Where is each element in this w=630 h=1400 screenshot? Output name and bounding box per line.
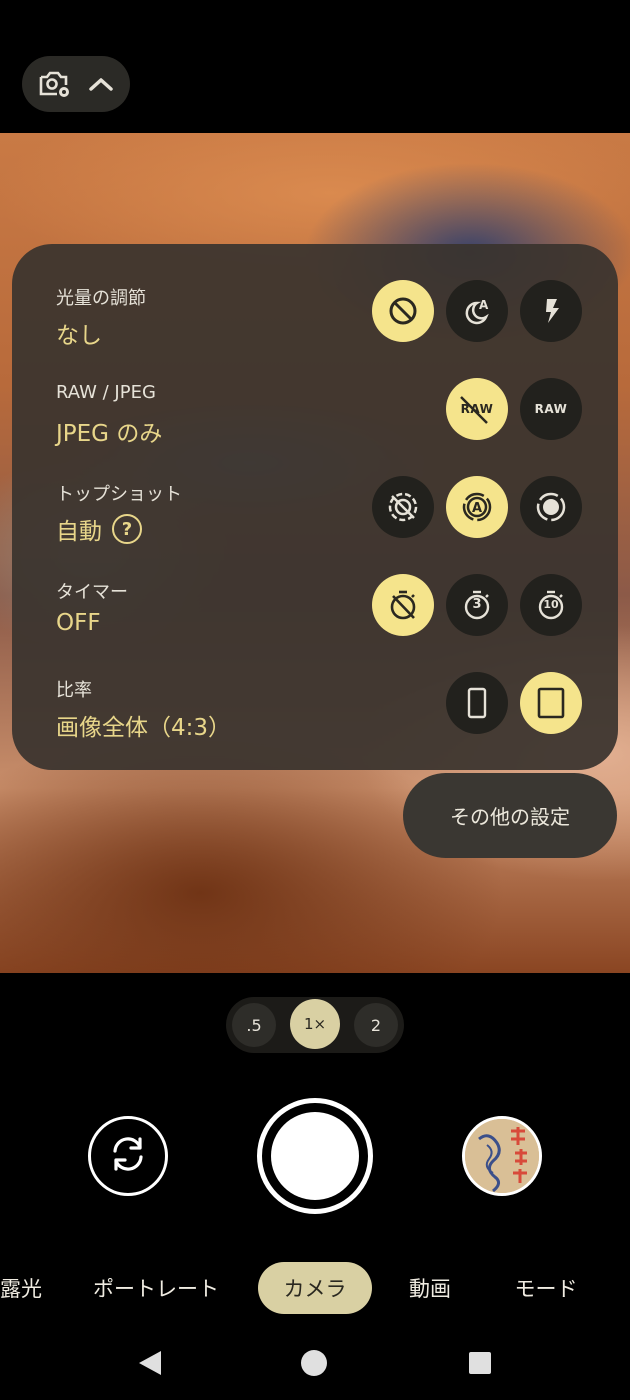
svg-text:A: A [472, 501, 482, 516]
nav-back-button[interactable] [136, 1348, 164, 1382]
night-auto-icon: A [461, 295, 493, 327]
help-icon[interactable]: ? [112, 514, 142, 544]
setting-value: JPEG のみ [56, 421, 163, 447]
flash-button[interactable] [520, 280, 582, 342]
shutter-inner [271, 1112, 359, 1200]
jpeg-only-button[interactable]: RAW [446, 378, 508, 440]
raw-icon: RAW [534, 402, 568, 416]
setting-label: 比率 [56, 680, 92, 701]
mode-portrait[interactable]: ポートレート [86, 1262, 226, 1314]
ratio-full-icon [460, 686, 494, 720]
last-photo-thumbnail[interactable] [462, 1116, 542, 1196]
raw-jpeg-button[interactable]: RAW [520, 378, 582, 440]
zoom-selector: .5 1× 2 [226, 997, 404, 1053]
recents-icon [468, 1352, 492, 1379]
setting-label: タイマー [56, 582, 128, 603]
nav-recents-button[interactable] [468, 1351, 492, 1379]
mode-video[interactable]: 動画 [400, 1262, 460, 1314]
timer-off-icon [386, 588, 420, 622]
quick-settings-panel: 光量の調節 なし A RAW / JPEG JPEG のみ RAW RAW トッ… [12, 244, 618, 770]
svg-text:A: A [479, 298, 489, 312]
shutter-button[interactable] [257, 1098, 373, 1214]
setting-row-raw-jpeg: RAW / JPEG JPEG のみ RAW RAW [12, 378, 618, 480]
home-icon [300, 1350, 328, 1381]
setting-row-light: 光量の調節 なし A [12, 280, 618, 382]
back-icon [136, 1351, 164, 1382]
ratio-full-button[interactable] [446, 672, 508, 734]
thumbnail-image [465, 1119, 539, 1193]
top-shot-on-icon [534, 490, 568, 524]
ratio-4-3-icon [534, 686, 568, 720]
top-shot-on-button[interactable] [520, 476, 582, 538]
switch-camera-icon [107, 1133, 149, 1179]
more-settings-button[interactable]: その他の設定 [403, 773, 617, 858]
timer-3-icon: 3 [460, 588, 494, 622]
mode-camera[interactable]: カメラ [258, 1262, 372, 1314]
timer-3-text: 3 [472, 597, 482, 612]
off-icon [387, 295, 419, 327]
zoom-0-5-button[interactable]: .5 [232, 1003, 276, 1047]
light-off-button[interactable] [372, 280, 434, 342]
ratio-4-3-button[interactable] [520, 672, 582, 734]
setting-value: 画像全体（4:3） [56, 715, 232, 741]
timer-10-button[interactable]: 10 [520, 574, 582, 636]
zoom-1x-button[interactable]: 1× [290, 999, 340, 1049]
raw-off-icon: RAW [459, 396, 494, 424]
timer-3-button[interactable]: 3 [446, 574, 508, 636]
setting-value: なし [56, 323, 102, 349]
switch-camera-button[interactable] [88, 1116, 168, 1196]
timer-10-text: 10 [543, 598, 559, 611]
setting-row-top-shot: トップショット 自動 ? A [12, 476, 618, 578]
setting-value: OFF [56, 610, 101, 636]
chevron-up-icon [88, 76, 114, 92]
mode-exposure[interactable]: 露光 [0, 1262, 42, 1314]
setting-value: 自動 ? [56, 512, 142, 546]
camera-settings-toggle[interactable] [22, 56, 130, 112]
top-shot-auto-button[interactable]: A [446, 476, 508, 538]
timer-10-icon: 10 [534, 588, 568, 622]
setting-label: RAW / JPEG [56, 382, 156, 403]
top-shot-auto-icon: A [460, 490, 494, 524]
nav-home-button[interactable] [300, 1349, 328, 1381]
flash-icon [535, 295, 567, 327]
night-sight-auto-button[interactable]: A [446, 280, 508, 342]
top-shot-off-icon [386, 490, 420, 524]
camera-settings-icon [38, 69, 72, 99]
setting-row-ratio: 比率 画像全体（4:3） [12, 672, 618, 774]
mode-more[interactable]: モード [506, 1262, 586, 1314]
timer-off-button[interactable] [372, 574, 434, 636]
setting-label: 光量の調節 [56, 288, 146, 309]
zoom-2-button[interactable]: 2 [354, 1003, 398, 1047]
setting-label: トップショット [56, 484, 182, 505]
top-shot-off-button[interactable] [372, 476, 434, 538]
setting-row-timer: タイマー OFF 3 10 [12, 574, 618, 676]
